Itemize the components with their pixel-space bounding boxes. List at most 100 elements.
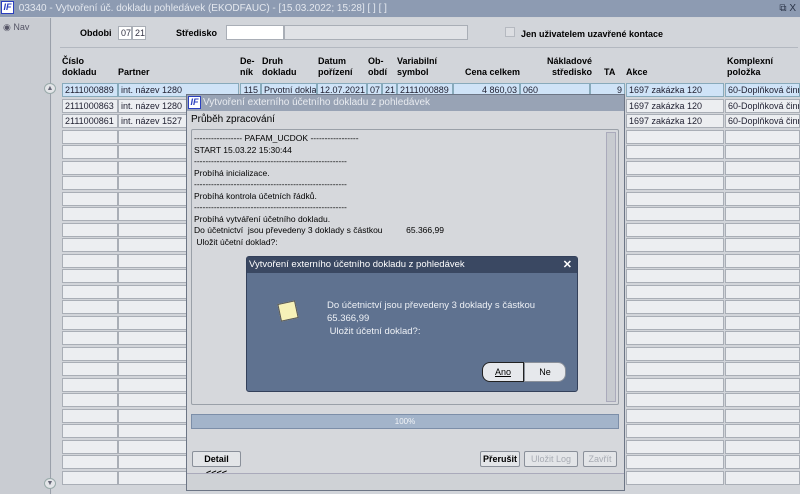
cell-komplex[interactable] — [725, 284, 800, 299]
cell-komplex[interactable] — [725, 362, 800, 376]
cell-komplex[interactable] — [725, 439, 800, 454]
message-box-title: Vytvoření externího účetního dokladu z p… — [249, 259, 465, 270]
cell-akce[interactable]: 1697 zakázka 120 — [626, 83, 724, 97]
cell-cislo[interactable] — [62, 315, 118, 330]
cell-komplex[interactable] — [725, 470, 800, 485]
progress-bar: 100% — [191, 414, 619, 429]
cell-cislo[interactable] — [62, 284, 118, 299]
cell-akce[interactable] — [626, 362, 724, 376]
cell-cislo[interactable] — [62, 145, 118, 159]
cell-komplex[interactable] — [725, 176, 800, 190]
cell-cislo[interactable] — [62, 470, 118, 485]
cell-cislo[interactable]: 2111000889 — [62, 83, 118, 97]
scroll-down-button[interactable]: ▼ — [44, 478, 56, 489]
progress-dialog-title-bar: IF Vytvoření externího účetního dokladu z… — [187, 95, 624, 111]
app-logo-icon: IF — [1, 1, 14, 14]
cell-cislo[interactable] — [62, 424, 118, 438]
cell-komplex[interactable] — [725, 300, 800, 314]
cell-akce[interactable] — [626, 315, 724, 330]
column-header-komplex: Komplexní položka — [727, 56, 774, 77]
obdobi-year-input[interactable]: 21 — [132, 26, 146, 40]
cell-komplex[interactable] — [725, 346, 800, 361]
cell-cislo[interactable] — [62, 222, 118, 237]
cell-cislo[interactable] — [62, 331, 118, 345]
close-button[interactable]: Zavřít — [583, 451, 617, 467]
cell-akce[interactable] — [626, 145, 724, 159]
cell-komplex[interactable] — [725, 424, 800, 438]
cell-akce[interactable] — [626, 269, 724, 283]
closed-entries-checkbox[interactable] — [505, 27, 515, 37]
cell-akce[interactable] — [626, 160, 724, 175]
detail-button[interactable]: Detail <<<< — [192, 451, 241, 478]
close-icon[interactable]: ✕ — [563, 257, 572, 273]
cell-akce[interactable] — [626, 331, 724, 345]
cell-komplex[interactable] — [725, 238, 800, 252]
cell-komplex[interactable] — [725, 129, 800, 144]
cell-cislo[interactable] — [62, 346, 118, 361]
stredisko-input[interactable] — [226, 25, 284, 40]
cell-cislo[interactable] — [62, 362, 118, 376]
window-title: 03340 - Vytvoření úč. dokladu pohledávek… — [18, 3, 387, 14]
abort-button[interactable]: Přerušit — [480, 451, 520, 467]
cell-cislo[interactable] — [62, 269, 118, 283]
cell-cislo[interactable] — [62, 129, 118, 144]
cell-cislo[interactable] — [62, 191, 118, 206]
obdobi-month-input[interactable]: 07 — [118, 26, 132, 40]
cell-cislo[interactable] — [62, 377, 118, 392]
save-log-button[interactable]: Uložit Log — [524, 451, 578, 467]
cell-akce[interactable]: 1697 zakázka 120 — [626, 114, 724, 128]
cell-akce[interactable] — [626, 207, 724, 221]
cell-komplex[interactable] — [725, 160, 800, 175]
cell-komplex[interactable] — [725, 222, 800, 237]
cell-akce[interactable] — [626, 129, 724, 144]
cell-komplex[interactable] — [725, 315, 800, 330]
cell-komplex[interactable] — [725, 191, 800, 206]
yes-button[interactable]: Ano — [482, 362, 524, 382]
cell-cislo[interactable] — [62, 160, 118, 175]
cell-akce[interactable] — [626, 238, 724, 252]
cell-komplex[interactable]: 60-Doplňková činnost — [725, 114, 800, 128]
log-scrollbar[interactable] — [606, 132, 616, 402]
cell-akce[interactable] — [626, 408, 724, 423]
cell-komplex[interactable] — [725, 269, 800, 283]
cell-akce[interactable] — [626, 300, 724, 314]
cell-akce[interactable]: 1697 zakázka 120 — [626, 98, 724, 113]
cell-akce[interactable] — [626, 346, 724, 361]
cell-akce[interactable] — [626, 176, 724, 190]
cell-komplex[interactable] — [725, 331, 800, 345]
cell-akce[interactable] — [626, 439, 724, 454]
cell-komplex[interactable]: 60-Doplňková činnost — [725, 98, 800, 113]
cell-cislo[interactable] — [62, 455, 118, 469]
cell-komplex[interactable] — [725, 253, 800, 268]
cell-cislo[interactable] — [62, 393, 118, 407]
cell-akce[interactable] — [626, 424, 724, 438]
cell-cislo[interactable] — [62, 238, 118, 252]
cell-cislo[interactable] — [62, 300, 118, 314]
cell-komplex[interactable] — [725, 377, 800, 392]
no-button[interactable]: Ne — [524, 362, 566, 382]
cell-akce[interactable] — [626, 191, 724, 206]
cell-akce[interactable] — [626, 253, 724, 268]
window-controls[interactable]: ⧉ X — [779, 0, 796, 17]
cell-cislo[interactable] — [62, 408, 118, 423]
cell-akce[interactable] — [626, 222, 724, 237]
cell-cislo[interactable] — [62, 207, 118, 221]
cell-cislo[interactable] — [62, 176, 118, 190]
cell-cislo[interactable]: 2111000863 — [62, 98, 118, 113]
cell-akce[interactable] — [626, 377, 724, 392]
cell-cislo[interactable]: 2111000861 — [62, 114, 118, 128]
cell-akce[interactable] — [626, 470, 724, 485]
cell-komplex[interactable] — [725, 393, 800, 407]
nav-button[interactable]: ◉ Nav — [3, 22, 47, 33]
cell-komplex[interactable] — [725, 408, 800, 423]
cell-komplex[interactable]: 60-Doplňková činnost — [725, 83, 800, 97]
cell-cislo[interactable] — [62, 253, 118, 268]
cell-cislo[interactable] — [62, 439, 118, 454]
cell-komplex[interactable] — [725, 207, 800, 221]
cell-akce[interactable] — [626, 393, 724, 407]
cell-akce[interactable] — [626, 455, 724, 469]
cell-akce[interactable] — [626, 284, 724, 299]
cell-komplex[interactable] — [725, 145, 800, 159]
scroll-up-button[interactable]: ▲ — [44, 83, 56, 94]
cell-komplex[interactable] — [725, 455, 800, 469]
